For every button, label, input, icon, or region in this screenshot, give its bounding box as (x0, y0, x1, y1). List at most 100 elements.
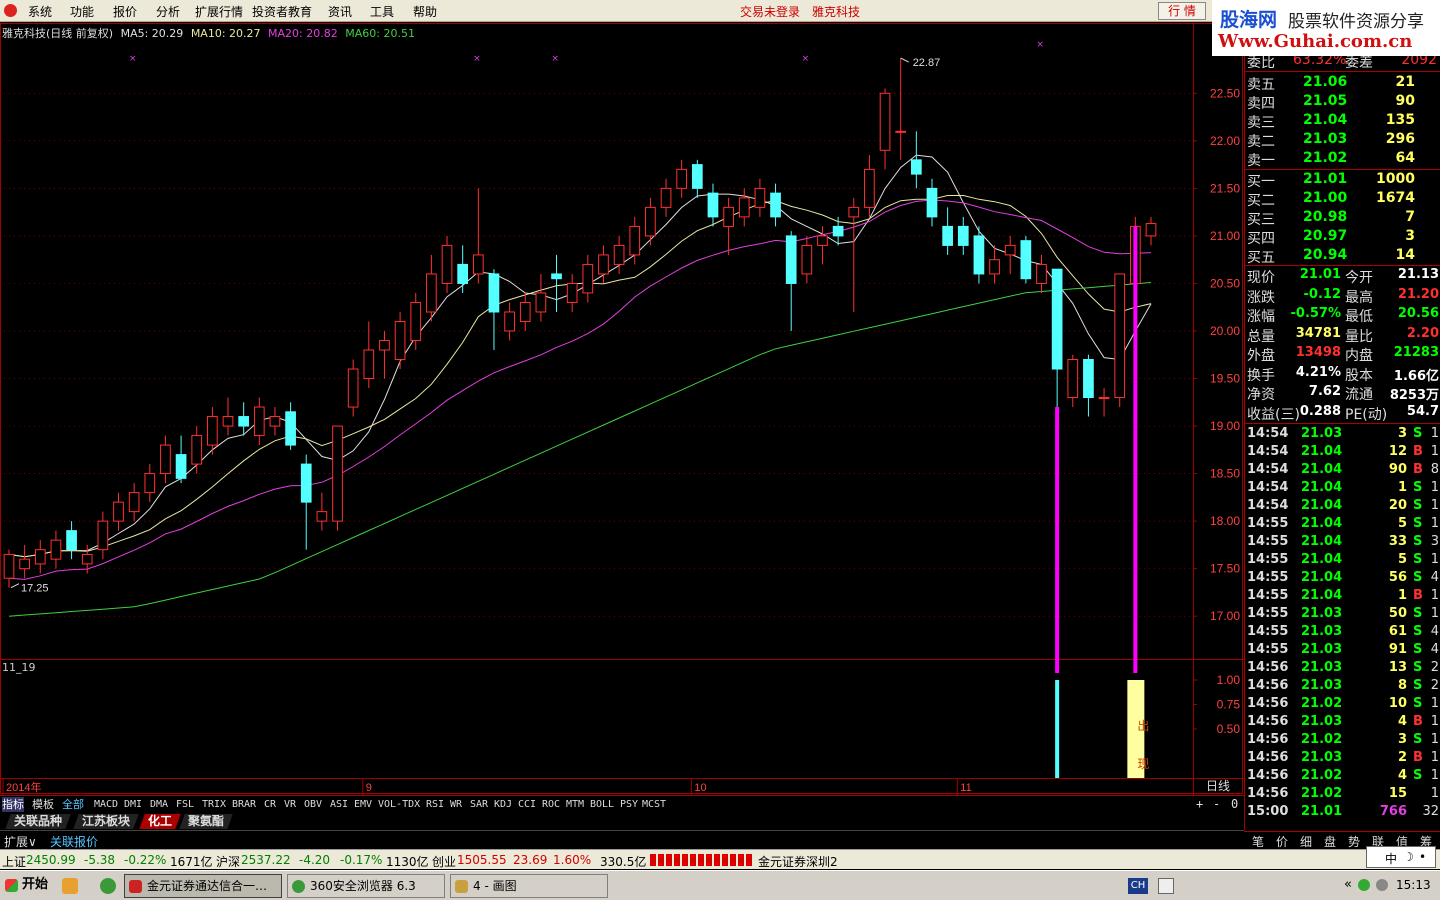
buy-level-row[interactable]: 买二 21.00 1674 (1245, 189, 1440, 209)
right-tab-0[interactable]: 笔 (1252, 833, 1264, 850)
sell-level-row[interactable]: 卖五 21.06 21 (1245, 73, 1440, 93)
quote-row: 换手 4.21% 股本 1.66亿 (1245, 364, 1440, 384)
taskbar-window-paint[interactable]: 4 - 画图 (450, 874, 608, 898)
quote-value: 4.21% (1295, 364, 1341, 380)
candle-down (551, 273, 562, 280)
menu-system[interactable]: 系统 (28, 3, 52, 20)
tick-price: 21.04 (1301, 570, 1343, 585)
indicator-tab-roc[interactable]: ROC (542, 797, 560, 812)
indicator-tab-kdj[interactable]: KDJ (494, 797, 512, 812)
indicator-tab-rsi[interactable]: RSI (426, 797, 444, 812)
tray-app-icon[interactable] (1358, 879, 1370, 891)
right-tab-2[interactable]: 细 (1300, 833, 1312, 850)
indicator-tab-mcst[interactable]: MCST (642, 797, 666, 812)
buy-level-row[interactable]: 买三 20.98 7 (1245, 208, 1440, 228)
menu-info[interactable]: 资讯 (328, 3, 352, 20)
hs-index-label[interactable]: 沪深 (216, 853, 240, 870)
quote-button[interactable]: 行 情 (1158, 2, 1206, 20)
indicator-tab-psy[interactable]: PSY (620, 797, 638, 812)
browser-quicklaunch-icon[interactable] (100, 878, 116, 894)
indicator-tab-emv[interactable]: EMV (354, 797, 372, 812)
language-indicator[interactable]: CH (1128, 878, 1148, 894)
zoom-in-button[interactable]: + (1196, 797, 1203, 812)
indicator-tab-boll[interactable]: BOLL (590, 797, 614, 812)
kline-chart-area[interactable]: 出现 22.50 22.00 21.50 21.00 20.50 20.00 19.50 19… (0, 23, 1244, 795)
indicator-tab-dma[interactable]: DMA (150, 797, 168, 812)
trade-login-status[interactable]: 交易未登录 (740, 3, 800, 20)
tray-expand-icon[interactable]: « (1344, 877, 1352, 892)
date-tick-label: 11 (960, 782, 971, 794)
ime-indicator[interactable]: 中 ☽ • (1366, 846, 1436, 868)
indicator-tab-brar[interactable]: BRAR (232, 797, 256, 812)
expand-toggle[interactable]: 扩展∨ (4, 833, 37, 850)
indicator-tab-dmi[interactable]: DMI (124, 797, 142, 812)
indicator-tab-macd[interactable]: MACD (94, 797, 118, 812)
indicator-tab-mtm[interactable]: MTM (566, 797, 584, 812)
windows-logo-icon (5, 879, 18, 892)
menu-analysis[interactable]: 分析 (156, 3, 180, 20)
quote-label-2: 最高 (1345, 289, 1373, 306)
candle-up (879, 92, 891, 151)
reset-button[interactable]: 0 (1231, 797, 1238, 812)
buy-level-row[interactable]: 买四 20.97 3 (1245, 227, 1440, 247)
tick-volume: 10 (1388, 696, 1407, 711)
sell-level-row[interactable]: 卖一 21.02 64 (1245, 149, 1440, 169)
indicator-tab-vr[interactable]: VR (284, 797, 296, 812)
indicator-tab-sar[interactable]: SAR (470, 797, 488, 812)
menu-tools[interactable]: 工具 (370, 3, 394, 20)
right-tab-1[interactable]: 价 (1276, 833, 1288, 850)
sell-level-row[interactable]: 卖三 21.04 135 (1245, 111, 1440, 131)
right-tab-4[interactable]: 势 (1348, 833, 1360, 850)
candle-up (253, 406, 265, 437)
right-tab-3[interactable]: 盘 (1324, 833, 1336, 850)
tick-side: S (1413, 624, 1423, 639)
cy-index-label[interactable]: 创业 (432, 853, 456, 870)
indicator-tab-fsl[interactable]: FSL (176, 797, 194, 812)
tick-side: B (1413, 750, 1423, 765)
tick-price: 21.04 (1301, 462, 1343, 477)
indicator-tab-cci[interactable]: CCI (518, 797, 536, 812)
sh-index-label[interactable]: 上证 (2, 853, 26, 870)
server-name[interactable]: 金元证券深圳2 (758, 853, 838, 870)
related-quote-link[interactable]: 关联报价 (50, 833, 98, 850)
sell-level-row[interactable]: 卖四 21.05 90 (1245, 92, 1440, 112)
candle-up (1067, 359, 1079, 399)
tick-row: 14:56 21.02 10 S 1 (1245, 695, 1440, 713)
tick-price: 21.03 (1301, 642, 1343, 657)
menu-help[interactable]: 帮助 (413, 3, 437, 20)
start-button[interactable]: 开始 (2, 874, 50, 898)
indicator-tab-模板[interactable]: 模板 (32, 797, 54, 812)
zoom-out-button[interactable]: - (1213, 797, 1220, 812)
indicator-tab-vol-tdx[interactable]: VOL-TDX (378, 797, 420, 812)
indicator-tab-obv[interactable]: OBV (304, 797, 322, 812)
buy-level-label: 买五 (1247, 250, 1275, 266)
tick-row: 14:56 21.03 2 B 1 (1245, 749, 1440, 767)
block-tab-polyurethane[interactable]: 聚氨酯 (179, 814, 233, 829)
tick-time: 14:55 (1247, 606, 1289, 621)
indicator-tab-trix[interactable]: TRIX (202, 797, 226, 812)
block-tab-chemical[interactable]: 化工 (139, 814, 181, 829)
tick-row: 14:55 21.04 33 S 3 (1245, 533, 1440, 551)
tdx-app-icon (129, 880, 142, 893)
indicator-tab-指标[interactable]: 指标 (2, 797, 24, 812)
block-tab-jiangsu[interactable]: 江苏板块 (73, 814, 139, 829)
buy-level-row[interactable]: 买五 20.94 14 (1245, 246, 1440, 266)
indicator-tab-wr[interactable]: WR (450, 797, 462, 812)
taskbar-window-360[interactable]: 360安全浏览器 6.3 (287, 874, 445, 898)
menu-extended-market[interactable]: 扩展行情 (195, 3, 243, 20)
menu-function[interactable]: 功能 (70, 3, 94, 20)
tick-volume: 5 (1397, 552, 1407, 567)
kline-chart[interactable]: 出现 22.50 22.00 21.50 21.00 20.50 20.00 19.50 19… (0, 23, 1244, 795)
menu-investor-education[interactable]: 投资者教育 (252, 3, 312, 20)
indicator-tab-cr[interactable]: CR (264, 797, 276, 812)
quicklaunch-icon[interactable] (62, 878, 78, 894)
tray-volume-icon[interactable] (1376, 879, 1388, 891)
menu-quote[interactable]: 报价 (113, 3, 137, 20)
indicator-tab-asi[interactable]: ASI (330, 797, 348, 812)
taskbar-window-tdx[interactable]: 金元证券通达信合一… (124, 874, 282, 898)
sell-level-row[interactable]: 卖二 21.03 296 (1245, 130, 1440, 150)
tray-icon[interactable] (1158, 878, 1174, 894)
buy-level-row[interactable]: 买一 21.01 1000 (1245, 170, 1440, 190)
indicator-tab-全部[interactable]: 全部 (62, 797, 84, 812)
block-tab-related[interactable]: 关联品种 (5, 814, 71, 829)
